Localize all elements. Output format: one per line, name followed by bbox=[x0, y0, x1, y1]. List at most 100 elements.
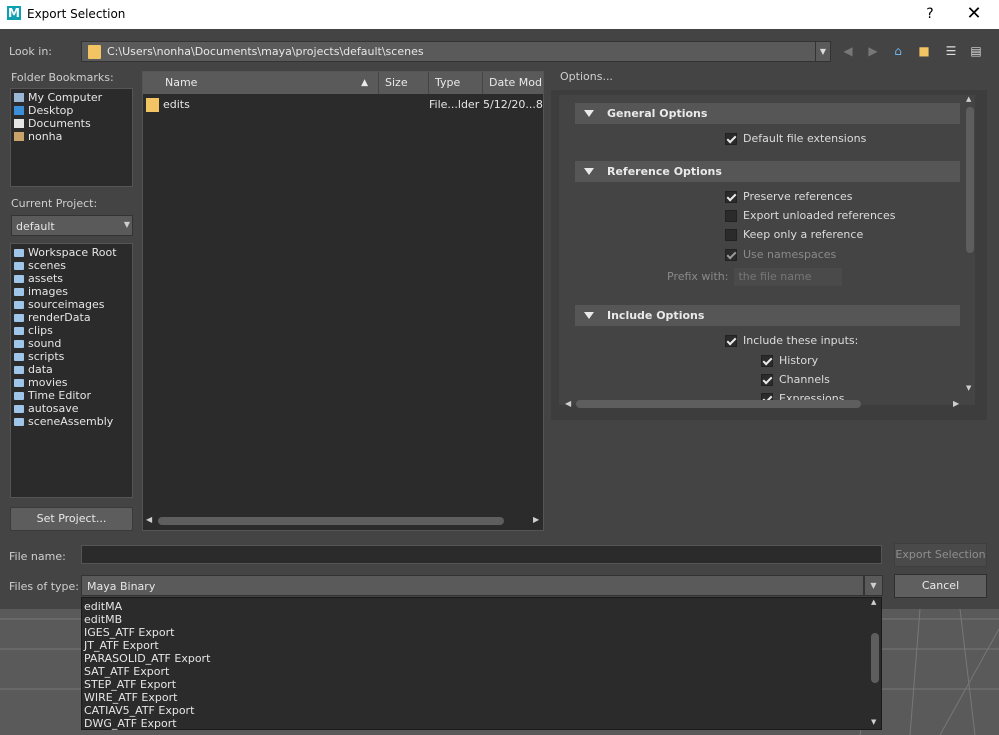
tree-item-label: scripts bbox=[28, 350, 65, 363]
scroll-left-icon[interactable]: ◀ bbox=[146, 515, 152, 524]
include-options-header[interactable]: Include Options bbox=[575, 305, 960, 326]
tree-item[interactable]: renderData bbox=[14, 311, 91, 324]
column-size[interactable]: Size bbox=[379, 72, 429, 94]
checkbox[interactable] bbox=[761, 355, 773, 367]
section-title: Reference Options bbox=[607, 165, 722, 178]
column-name[interactable]: Name ▲ bbox=[143, 72, 379, 94]
dropdown-scrollbar[interactable]: ▲ ▼ bbox=[868, 598, 882, 729]
scroll-left-icon[interactable]: ◀ bbox=[565, 399, 571, 408]
list-item[interactable]: WIRE_ATF Export bbox=[84, 691, 177, 704]
tree-item[interactable]: Workspace Root bbox=[14, 246, 117, 259]
close-button[interactable]: ✕ bbox=[962, 4, 986, 24]
up-folder-icon[interactable]: ⌂ bbox=[891, 44, 905, 58]
prefix-with-row: Prefix with: the file name bbox=[667, 268, 843, 286]
keep-only-reference-option[interactable]: Keep only a reference bbox=[725, 227, 863, 243]
list-item[interactable]: SAT_ATF Export bbox=[84, 665, 169, 678]
folder-icon bbox=[14, 378, 24, 387]
scroll-right-icon[interactable]: ▶ bbox=[533, 515, 539, 524]
default-extensions-option[interactable]: Default file extensions bbox=[725, 131, 866, 147]
list-item[interactable]: editMA bbox=[84, 600, 122, 613]
forward-icon[interactable]: ▶ bbox=[866, 44, 880, 58]
bookmark-my-computer[interactable]: My Computer bbox=[14, 91, 102, 104]
tree-item[interactable]: clips bbox=[14, 324, 53, 337]
list-item[interactable]: STEP_ATF Export bbox=[84, 678, 176, 691]
list-view-icon[interactable]: ☰ bbox=[944, 44, 958, 58]
tree-item-label: autosave bbox=[28, 402, 79, 415]
folder-icon bbox=[14, 287, 24, 296]
options-vertical-scrollbar[interactable]: ▲ ▼ bbox=[964, 95, 976, 395]
lookin-combobox[interactable]: C:\Users\nonha\Documents\maya\projects\d… bbox=[81, 41, 831, 62]
list-item[interactable]: CATIAV5_ATF Export bbox=[84, 704, 194, 717]
file-type: File...lder bbox=[429, 98, 480, 111]
list-item[interactable]: PARASOLID_ATF Export bbox=[84, 652, 210, 665]
tree-item[interactable]: images bbox=[14, 285, 68, 298]
file-list-scrollbar[interactable]: ◀ ▶ bbox=[145, 514, 543, 528]
chevron-down-icon[interactable]: ▼ bbox=[815, 41, 831, 62]
file-row[interactable]: edits File...lder 5/12/20...8:5 bbox=[143, 96, 543, 114]
folder-icon bbox=[14, 365, 24, 374]
tree-item[interactable]: scenes bbox=[14, 259, 66, 272]
column-date[interactable]: Date Modifi bbox=[483, 72, 543, 94]
checkbox[interactable] bbox=[725, 133, 737, 145]
back-icon[interactable]: ◀ bbox=[841, 44, 855, 58]
tree-item[interactable]: sourceimages bbox=[14, 298, 105, 311]
tree-item[interactable]: assets bbox=[14, 272, 63, 285]
export-unloaded-option[interactable]: Export unloaded references bbox=[725, 208, 895, 224]
scroll-down-icon[interactable]: ▼ bbox=[871, 718, 876, 726]
export-selection-button[interactable]: Export Selection bbox=[894, 543, 987, 567]
help-button[interactable]: ? bbox=[918, 4, 942, 24]
tree-item[interactable]: scripts bbox=[14, 350, 64, 363]
list-item[interactable]: IGES_ATF Export bbox=[84, 626, 174, 639]
bookmark-documents[interactable]: Documents bbox=[14, 117, 91, 130]
scrollbar-thumb[interactable] bbox=[966, 107, 974, 253]
history-option[interactable]: History bbox=[761, 353, 818, 369]
new-folder-icon[interactable]: ■ bbox=[917, 44, 931, 58]
options-panel: General Options Default file extensions … bbox=[551, 90, 987, 420]
options-horizontal-scrollbar-thumb[interactable] bbox=[576, 400, 861, 408]
checkbox[interactable] bbox=[725, 335, 737, 347]
tree-item[interactable]: sceneAssembly bbox=[14, 415, 113, 428]
prefix-select: the file name bbox=[734, 268, 843, 286]
tree-item[interactable]: sound bbox=[14, 337, 61, 350]
cancel-button[interactable]: Cancel bbox=[894, 574, 987, 598]
option-label: Use namespaces bbox=[743, 248, 837, 261]
tree-item[interactable]: autosave bbox=[14, 402, 79, 415]
detail-view-icon[interactable]: ▤ bbox=[969, 44, 983, 58]
list-item[interactable]: DWG_ATF Export bbox=[84, 717, 177, 730]
bookmark-desktop[interactable]: Desktop bbox=[14, 104, 73, 117]
filetype-select[interactable]: Maya Binary bbox=[81, 575, 864, 596]
scroll-right-icon[interactable]: ▶ bbox=[953, 399, 959, 408]
checkbox[interactable] bbox=[761, 374, 773, 386]
list-item[interactable]: JT_ATF Export bbox=[84, 639, 159, 652]
scroll-up-icon[interactable]: ▲ bbox=[871, 598, 876, 606]
checkbox[interactable] bbox=[725, 191, 737, 203]
include-inputs-option[interactable]: Include these inputs: bbox=[725, 333, 858, 349]
scroll-up-icon[interactable]: ▲ bbox=[966, 95, 971, 103]
checkbox[interactable] bbox=[725, 229, 737, 241]
bookmark-label: Desktop bbox=[28, 104, 74, 117]
filename-input[interactable] bbox=[81, 545, 882, 564]
scroll-down-icon[interactable]: ▼ bbox=[966, 384, 971, 392]
bookmark-nonha[interactable]: nonha bbox=[14, 130, 62, 143]
folder-icon bbox=[14, 261, 24, 270]
reference-options-header[interactable]: Reference Options bbox=[575, 161, 960, 182]
general-options-header[interactable]: General Options bbox=[575, 103, 960, 124]
column-type[interactable]: Type bbox=[429, 72, 483, 94]
channels-option[interactable]: Channels bbox=[761, 372, 830, 388]
folder-icon bbox=[14, 300, 24, 309]
checkbox[interactable] bbox=[725, 210, 737, 222]
scrollbar-thumb[interactable] bbox=[871, 633, 879, 683]
lookin-path: C:\Users\nonha\Documents\maya\projects\d… bbox=[107, 45, 424, 58]
preserve-references-option[interactable]: Preserve references bbox=[725, 189, 853, 205]
chevron-down-icon[interactable]: ▼ bbox=[864, 575, 883, 596]
tree-item[interactable]: movies bbox=[14, 376, 68, 389]
collapse-triangle-icon bbox=[584, 168, 594, 175]
tree-item-label: sourceimages bbox=[28, 298, 105, 311]
list-item[interactable]: editMB bbox=[84, 613, 122, 626]
tree-item[interactable]: Time Editor bbox=[14, 389, 91, 402]
scrollbar-thumb[interactable] bbox=[158, 517, 504, 525]
project-select[interactable]: default ▼ bbox=[11, 215, 133, 236]
set-project-button[interactable]: Set Project... bbox=[10, 507, 133, 531]
file-list: Name ▲ Size Type Date Modifi edits File.… bbox=[142, 71, 544, 531]
tree-item[interactable]: data bbox=[14, 363, 53, 376]
